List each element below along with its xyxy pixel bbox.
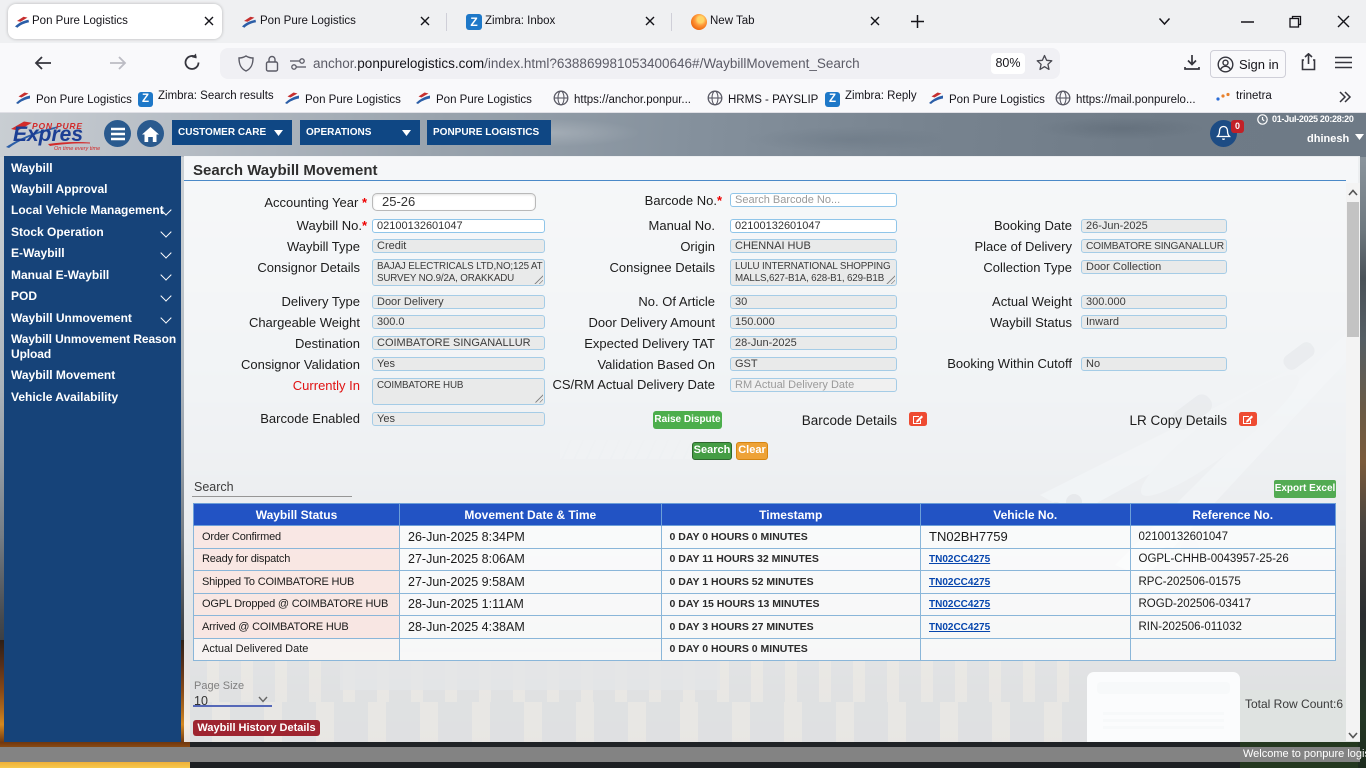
svg-text:On time every time: On time every time: [54, 146, 100, 152]
